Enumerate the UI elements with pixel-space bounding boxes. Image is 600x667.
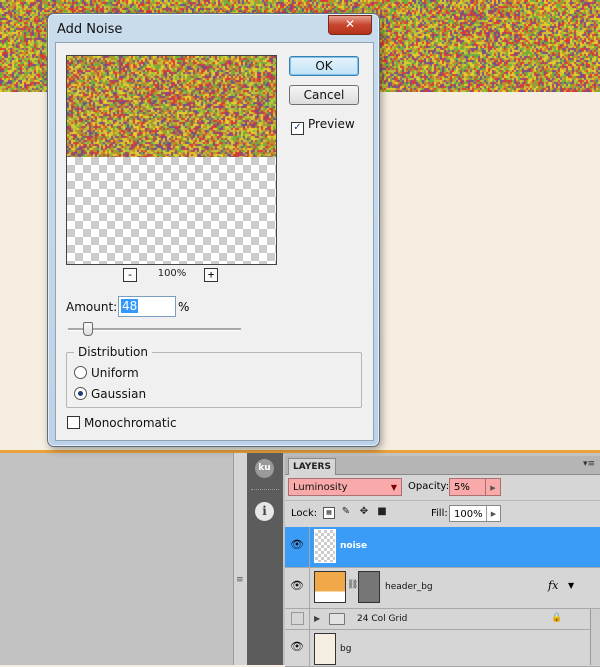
fill-label: Fill: (431, 508, 448, 519)
gaussian-radio[interactable]: Gaussian (74, 387, 146, 401)
layer-name: bg (340, 644, 352, 654)
blend-mode-value: Luminosity (293, 482, 348, 493)
fill-value: 100% (454, 509, 483, 520)
layers-scrollbar[interactable] (590, 609, 600, 665)
visibility-eye-icon[interactable]: 👁 (285, 630, 310, 666)
opacity-value: 5% (454, 482, 470, 493)
folder-icon (329, 613, 345, 625)
cancel-button[interactable]: Cancel (289, 85, 359, 105)
opacity-stepper-icon[interactable]: ▶ (485, 479, 500, 495)
preview-noise (67, 56, 276, 157)
panel-tab-bar: LAYERS ▾≡ (285, 456, 600, 475)
preview-label: Preview (308, 117, 355, 131)
opacity-input[interactable]: 5% ▶ (449, 478, 501, 496)
tab-layers[interactable]: LAYERS (288, 458, 336, 475)
amount-label: Amount: (66, 300, 118, 314)
transparency-checkerboard (67, 157, 276, 264)
distribution-legend: Distribution (74, 345, 153, 359)
dropdown-arrow-icon: ▼ (390, 483, 397, 492)
fx-icon[interactable]: fx (548, 579, 558, 592)
zoom-out-button[interactable]: - (123, 268, 137, 282)
visibility-eye-icon[interactable]: 👁 (285, 568, 310, 608)
lock-label: Lock: (291, 508, 318, 519)
panel-collapse-strip[interactable] (233, 453, 248, 665)
panel-icon-strip (247, 453, 283, 665)
monochromatic-checkbox[interactable]: Monochromatic (67, 416, 177, 430)
layer-row-noise[interactable]: 👁 noise (285, 527, 600, 568)
dialog-body: - 100% + OK Cancel ✓ Preview Amount: 48 %… (55, 42, 374, 441)
ok-button[interactable]: OK (289, 56, 359, 76)
strip-divider (251, 489, 279, 492)
visibility-off-icon[interactable] (285, 609, 310, 629)
lock-icon: 🔒 (551, 613, 563, 623)
lock-position-icon[interactable]: ✥ (359, 507, 369, 517)
layer-name: noise (340, 541, 368, 551)
amount-input[interactable]: 48 (118, 296, 176, 317)
lock-row: Lock: ▦ ✎ ✥ ■ Fill: 100% ▶ (285, 500, 600, 528)
checkbox-empty-icon (67, 416, 80, 429)
lock-image-pixels-icon[interactable]: ✎ (341, 507, 351, 517)
close-button[interactable]: ✕ (328, 15, 372, 35)
monochromatic-label: Monochromatic (84, 416, 177, 430)
fill-input[interactable]: 100% ▶ (449, 505, 501, 522)
amount-value: 48 (121, 299, 139, 313)
radio-selected-icon (74, 387, 87, 400)
expand-effects-icon[interactable]: ▼ (568, 581, 574, 590)
layer-name: header_bg (385, 582, 433, 592)
layer-thumbnail (314, 571, 346, 603)
zoom-level: 100% (157, 268, 187, 279)
zoom-in-button[interactable]: + (204, 268, 218, 282)
lock-all-icon[interactable]: ■ (377, 507, 387, 517)
opacity-label: Opacity: (408, 481, 450, 492)
checkbox-checked-icon: ✓ (291, 122, 304, 135)
gaussian-label: Gaussian (91, 387, 147, 401)
amount-unit: % (178, 300, 190, 314)
uniform-label: Uniform (91, 366, 139, 380)
chain-link-icon[interactable]: ⛓ (347, 580, 358, 590)
uniform-radio[interactable]: Uniform (74, 366, 139, 380)
preview-checkbox[interactable]: ✓ Preview (291, 117, 355, 135)
add-noise-dialog: Add Noise ✕ - 100% + OK Cancel ✓ Preview … (47, 13, 380, 447)
mask-thumbnail (358, 571, 380, 603)
layer-row-header-bg[interactable]: 👁 ⛓ header_bg fx ▼ (285, 568, 600, 609)
layer-name: 24 Col Grid (357, 614, 408, 624)
amount-slider-thumb[interactable] (83, 322, 93, 336)
layers-panel: LAYERS ▾≡ Luminosity ▼ Opacity: 5% ▶ Lock:… (285, 456, 600, 667)
panel-menu-icon[interactable]: ▾≡ (583, 459, 595, 469)
blend-mode-select[interactable]: Luminosity ▼ (288, 478, 402, 496)
grip-handle-icon[interactable]: ≡ (236, 575, 244, 585)
layer-thumbnail (314, 633, 336, 665)
amount-slider-track[interactable] (68, 328, 241, 331)
disclosure-triangle-icon[interactable]: ▶ (314, 614, 320, 623)
visibility-eye-icon[interactable]: 👁 (285, 527, 310, 567)
layer-thumbnail (314, 529, 336, 563)
preview-window[interactable] (66, 55, 277, 265)
radio-empty-icon (74, 366, 87, 379)
info-icon[interactable]: i (255, 502, 274, 521)
lock-transparent-pixels-icon[interactable]: ▦ (323, 507, 335, 519)
fill-stepper-icon[interactable]: ▶ (486, 506, 500, 521)
kuler-icon[interactable]: ku (255, 459, 274, 478)
layer-row-bg[interactable]: 👁 bg (285, 630, 600, 667)
dialog-title: Add Noise (57, 22, 123, 37)
layer-row-grid-group[interactable]: ▶ 24 Col Grid 🔒 (285, 609, 600, 630)
